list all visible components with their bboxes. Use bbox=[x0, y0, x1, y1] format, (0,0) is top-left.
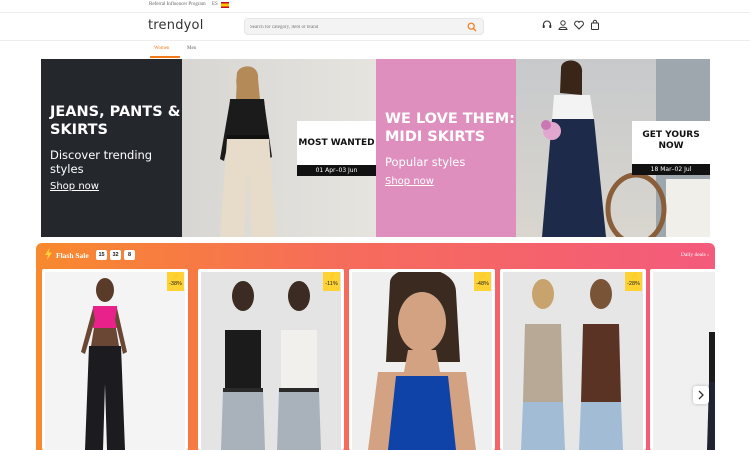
midi-headline-line2: MIDI SKIRTS bbox=[385, 129, 486, 145]
banner-get-yours-now[interactable]: GET YOURS NOW 18 Mar–02 Jul bbox=[516, 59, 710, 237]
lightning-bolt-icon bbox=[45, 248, 52, 260]
product-image bbox=[45, 272, 185, 450]
get-yours-now-tag: GET YOURS NOW bbox=[632, 121, 710, 164]
banner-midi-skirts[interactable]: WE LOVE THEM: MIDI SKIRTS Popular styles… bbox=[376, 59, 516, 237]
product-image bbox=[653, 272, 715, 450]
tab-men[interactable]: Men bbox=[187, 46, 196, 51]
discount-badge: ⚡ -11% bbox=[323, 272, 340, 291]
product-card[interactable]: ⚡ -28% bbox=[500, 269, 646, 450]
search-input[interactable] bbox=[250, 21, 460, 33]
product-card[interactable]: ⚡ -11% bbox=[198, 269, 344, 450]
midi-headline-line1: WE LOVE THEM: bbox=[385, 111, 515, 127]
banner-subtitle-line2: styles bbox=[50, 162, 84, 176]
banner-most-wanted[interactable]: MOST WANTED 01 Apr–03 Jun bbox=[182, 59, 376, 237]
midi-subtitle: Popular styles bbox=[385, 155, 466, 169]
discount-badge: ⚡ -48% bbox=[474, 272, 491, 291]
search-bar[interactable] bbox=[244, 18, 484, 35]
timer-minutes: 32 bbox=[110, 250, 121, 260]
discount-value: -48% bbox=[476, 281, 489, 287]
banner-jeans-pants-skirts[interactable]: JEANS, PANTS & SKIRTS Discover trending … bbox=[41, 59, 182, 237]
chevron-right-icon bbox=[698, 390, 704, 400]
timer-hours: 15 bbox=[96, 250, 107, 260]
daily-deals-link[interactable]: Daily deals › bbox=[681, 252, 709, 258]
active-tab-indicator bbox=[150, 56, 180, 58]
get-yours-line1: GET YOURS bbox=[642, 130, 700, 140]
spain-flag-icon[interactable] bbox=[221, 2, 229, 8]
most-wanted-tag: MOST WANTED bbox=[297, 121, 376, 165]
discount-badge: ⚡ -38% bbox=[167, 272, 184, 291]
hero-banner: JEANS, PANTS & SKIRTS Discover trending … bbox=[41, 59, 710, 237]
utility-bar: Referral Influencer Program ES bbox=[0, 0, 750, 13]
banner-headline-line2: SKIRTS bbox=[50, 122, 108, 138]
model-partial-image bbox=[707, 332, 715, 450]
get-yours-line2: NOW bbox=[658, 141, 684, 151]
models-mock-neck-tops-image bbox=[521, 279, 623, 450]
product-image bbox=[503, 272, 643, 450]
banner-headline-line1: JEANS, PANTS & bbox=[50, 104, 181, 120]
tab-women[interactable]: Women bbox=[154, 46, 169, 51]
banner-shop-now-link[interactable]: Shop now bbox=[50, 181, 99, 192]
midi-shop-now-link[interactable]: Shop now bbox=[385, 176, 434, 187]
product-card[interactable] bbox=[650, 269, 715, 450]
timer-seconds: 8 bbox=[124, 250, 135, 260]
discount-badge: ⚡ -28% bbox=[625, 272, 642, 291]
site-header: trendyol bbox=[0, 13, 750, 41]
get-yours-date: 18 Mar–02 Jul bbox=[632, 164, 710, 175]
shopping-bag-icon[interactable] bbox=[589, 19, 601, 31]
trendyol-logo[interactable]: trendyol bbox=[148, 18, 204, 33]
product-image bbox=[201, 272, 341, 450]
product-image bbox=[352, 269, 492, 450]
model-pink-top-jeans-image bbox=[81, 278, 127, 450]
banner-subtitle-line1: Discover trending bbox=[50, 148, 153, 162]
headset-support-icon[interactable] bbox=[541, 19, 553, 31]
search-icon[interactable] bbox=[467, 22, 477, 32]
favorites-heart-icon[interactable] bbox=[573, 19, 585, 31]
product-card[interactable]: ⚡ -38% bbox=[42, 269, 188, 450]
discount-value: -28% bbox=[627, 281, 640, 287]
product-card[interactable]: ⚡ -48% bbox=[349, 269, 495, 450]
model-blue-halter-top-image bbox=[368, 269, 476, 450]
language-selector[interactable]: ES bbox=[212, 2, 218, 7]
influencer-program-link[interactable]: Referral Influencer Program bbox=[149, 2, 206, 7]
flash-sale-title: Flash Sale bbox=[56, 251, 89, 260]
model-black-top-beige-pants-image bbox=[220, 66, 276, 237]
flash-sale-section: Flash Sale 15 32 8 Daily deals › ⚡-38% bbox=[36, 243, 715, 450]
models-tank-tops-image bbox=[221, 281, 321, 450]
discount-value: -11% bbox=[325, 281, 338, 287]
most-wanted-date: 01 Apr–03 Jun bbox=[297, 165, 376, 176]
carousel-next-button[interactable] bbox=[693, 386, 709, 404]
discount-value: -38% bbox=[169, 281, 182, 287]
category-nav: Women Men bbox=[0, 41, 750, 58]
user-account-icon[interactable] bbox=[557, 19, 569, 31]
